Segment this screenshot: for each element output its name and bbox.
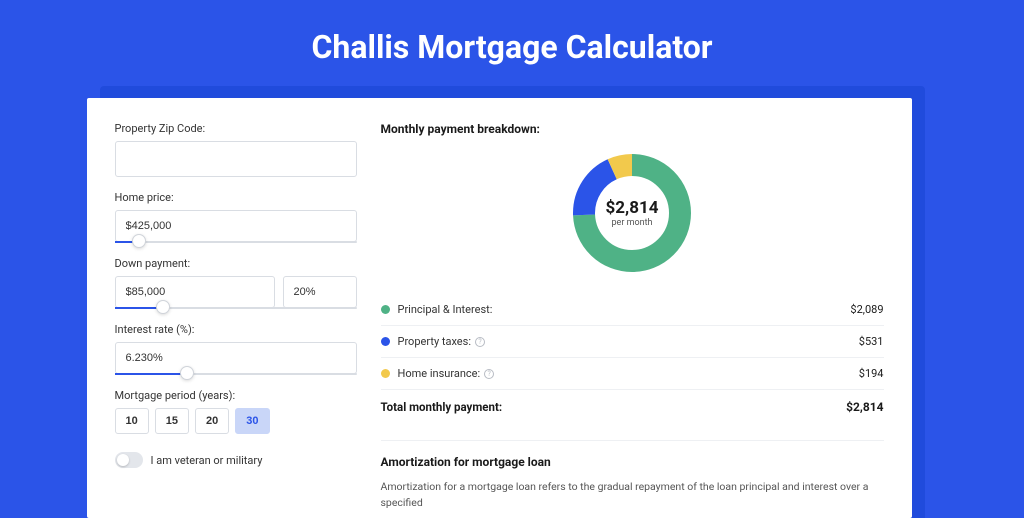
legend-value-taxes: $531 (859, 335, 884, 348)
page-title: Challis Mortgage Calculator (0, 0, 1024, 86)
legend-row-principal: Principal & Interest: $2,089 (381, 294, 884, 326)
legend: Principal & Interest: $2,089 Property ta… (381, 294, 884, 424)
legend-label-principal: Principal & Interest: (398, 303, 851, 316)
legend-row-insurance: Home insurance: ? $194 (381, 358, 884, 390)
down-payment-input[interactable] (115, 276, 275, 308)
donut-center: $2,814 per month (606, 198, 659, 228)
home-price-field-group: Home price: (115, 191, 357, 243)
veteran-toggle[interactable] (115, 452, 143, 468)
down-payment-field-group: Down payment: (115, 257, 357, 309)
info-icon[interactable]: ? (475, 337, 485, 347)
legend-total-row: Total monthly payment: $2,814 (381, 390, 884, 424)
card-shadow: Property Zip Code: Home price: Down paym… (100, 86, 925, 518)
legend-dot-green (381, 305, 390, 314)
donut-sub: per month (606, 218, 659, 228)
legend-row-taxes: Property taxes: ? $531 (381, 326, 884, 358)
info-icon[interactable]: ? (484, 369, 494, 379)
legend-dot-blue (381, 337, 390, 346)
amortization-title: Amortization for mortgage loan (381, 455, 884, 469)
breakdown-title: Monthly payment breakdown: (381, 122, 884, 136)
donut-amount: $2,814 (606, 198, 659, 218)
breakdown-column: Monthly payment breakdown: $2,814 per mo… (381, 122, 884, 518)
legend-value-principal: $2,089 (850, 303, 883, 316)
veteran-row: I am veteran or military (115, 452, 357, 468)
calculator-card: Property Zip Code: Home price: Down paym… (87, 98, 912, 518)
legend-label-taxes-text: Property taxes: (398, 335, 471, 348)
interest-slider-thumb[interactable] (180, 366, 194, 380)
home-price-label: Home price: (115, 191, 357, 204)
interest-label: Interest rate (%): (115, 323, 357, 336)
down-payment-slider-thumb[interactable] (156, 300, 170, 314)
veteran-label: I am veteran or military (151, 454, 263, 467)
down-payment-slider[interactable] (115, 307, 357, 309)
period-btn-30[interactable]: 30 (235, 408, 269, 434)
legend-total-label: Total monthly payment: (381, 400, 847, 414)
legend-label-insurance: Home insurance: ? (398, 367, 859, 380)
interest-slider[interactable] (115, 373, 357, 375)
legend-dot-yellow (381, 369, 390, 378)
amortization-text: Amortization for a mortgage loan refers … (381, 479, 884, 511)
zip-input[interactable] (115, 141, 357, 177)
period-options: 10 15 20 30 (115, 408, 357, 434)
form-column: Property Zip Code: Home price: Down paym… (115, 122, 357, 518)
down-payment-label: Down payment: (115, 257, 357, 270)
period-btn-15[interactable]: 15 (155, 408, 189, 434)
period-field-group: Mortgage period (years): 10 15 20 30 (115, 389, 357, 434)
donut-chart: $2,814 per month (571, 152, 693, 274)
zip-label: Property Zip Code: (115, 122, 357, 135)
home-price-input[interactable] (115, 210, 357, 242)
legend-value-insurance: $194 (859, 367, 884, 380)
amortization-section: Amortization for mortgage loan Amortizat… (381, 440, 884, 511)
period-label: Mortgage period (years): (115, 389, 357, 402)
home-price-slider[interactable] (115, 241, 357, 243)
donut-chart-wrap: $2,814 per month (381, 146, 884, 288)
down-payment-pct-input[interactable] (283, 276, 357, 308)
home-price-slider-thumb[interactable] (132, 234, 146, 248)
zip-field-group: Property Zip Code: (115, 122, 357, 177)
legend-label-insurance-text: Home insurance: (398, 367, 481, 380)
period-btn-10[interactable]: 10 (115, 408, 149, 434)
legend-label-taxes: Property taxes: ? (398, 335, 859, 348)
period-btn-20[interactable]: 20 (195, 408, 229, 434)
legend-total-value: $2,814 (846, 400, 883, 414)
interest-field-group: Interest rate (%): (115, 323, 357, 375)
interest-input[interactable] (115, 342, 357, 374)
